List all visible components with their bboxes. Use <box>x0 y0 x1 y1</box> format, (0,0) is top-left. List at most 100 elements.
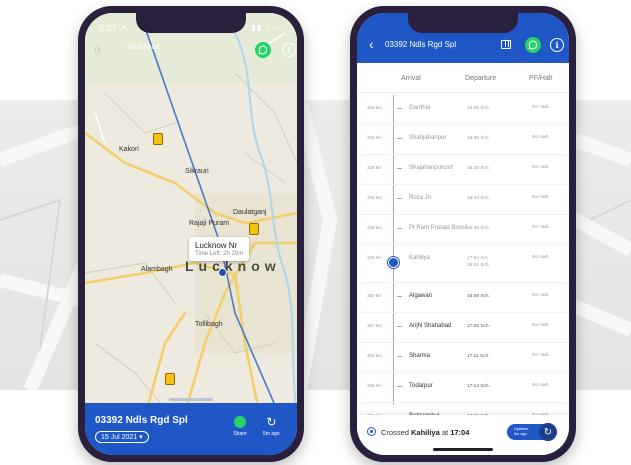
refresh-label: 5m ago <box>263 431 280 437</box>
stops-list[interactable]: 316 km Gardhia 16:28 Sch. No Halt 324 km… <box>357 95 569 433</box>
tooltip-time-left: Time Left: 2h 20m <box>195 251 244 257</box>
stop-platform: No Halt <box>532 353 548 358</box>
right-phone-frame: ‹ 03392 Ndls Rgd Spl i Arrival Departure… <box>350 6 576 462</box>
crossed-at: at <box>439 428 451 437</box>
refresh-button[interactable]: ↻ 5m ago <box>263 415 280 437</box>
timeline-tick <box>397 138 402 139</box>
stop-departure: 16:48 Sch. <box>467 226 490 231</box>
stop-row[interactable]: 363 km Sharma 17:11 Sch. No Halt <box>357 343 569 373</box>
info-icon[interactable]: i <box>550 38 564 52</box>
timeline-tick <box>397 108 402 109</box>
train-location-icon <box>218 268 227 277</box>
column-headers: Arrival Departure PF/Halt <box>357 63 569 93</box>
timeline-tick <box>397 356 402 357</box>
crossed-message: Crossed Kahiliya at 17:04 <box>381 428 469 437</box>
whatsapp-icon[interactable] <box>525 37 541 53</box>
stop-row[interactable]: 357 km Anjhi Shahabad 17:06 Sch. No Halt <box>357 313 569 343</box>
chevron-left-icon[interactable]: ‹ <box>95 41 100 59</box>
stop-station: Shahjahanpur <box>409 135 447 141</box>
stop-departure: 17:04 Act. 16:51 Sch. <box>467 255 490 269</box>
stop-departure: 16:43 Sch. <box>467 196 490 201</box>
stop-row[interactable]: 316 km Gardhia 16:28 Sch. No Halt <box>357 95 569 125</box>
stop-platform: No Halt <box>532 165 548 170</box>
share-label: Share <box>233 431 247 437</box>
stop-station: Kahiliya <box>409 255 431 261</box>
map-label-daulatganj: Daulatganj <box>233 209 267 216</box>
stop-row[interactable]: 324 km Shahjahanpur 16:36 Sch. No Halt <box>357 125 569 155</box>
stop-distance: 328 km <box>367 165 382 170</box>
stop-row[interactable]: 334 km Roza Jn 16:43 Sch. No Halt <box>357 185 569 215</box>
stop-station: Anjhi Shahabad <box>409 323 452 329</box>
refresh-icon: ↻ <box>266 415 277 429</box>
stop-distance: 366 km <box>367 383 382 388</box>
stop-distance: 334 km <box>367 195 382 200</box>
crossed-prefix: Crossed <box>381 428 412 437</box>
stop-platform: No Halt <box>532 323 548 328</box>
stop-row[interactable]: 366 km Todarpur 17:14 Sch. No Halt <box>357 373 569 403</box>
drag-handle[interactable] <box>169 398 213 401</box>
date-selector[interactable]: 15 Jul 2021 ▾ <box>95 431 149 443</box>
timeline-tick <box>397 198 402 199</box>
stop-departure: 17:06 Sch. <box>467 324 490 329</box>
tooltip-station: Lucknow Nr <box>195 241 238 250</box>
stop-station: Roza Jn <box>409 195 432 201</box>
stop-platform: No Halt <box>532 383 548 388</box>
stop-station: Shajahanpurcort <box>409 165 454 171</box>
stop-row[interactable]: 350 km Algawan 16:59 Sch. No Halt <box>357 283 569 313</box>
map-label-kakori: Kakori <box>119 146 139 153</box>
stop-departure: 16:59 Sch. <box>467 294 490 299</box>
stop-distance: 336 km <box>367 225 382 230</box>
stop-departure: 17:11 Sch. <box>467 354 490 359</box>
stop-distance: 324 km <box>367 135 382 140</box>
map-label-tollibagh: Tollibagh <box>195 321 223 328</box>
actual-time: 17:04 Act. <box>467 256 489 261</box>
whatsapp-icon <box>233 415 247 429</box>
stop-row[interactable]: 328 km Shajahanpurcort 16:38 Sch. No Hal… <box>357 155 569 185</box>
column-arrival: Arrival <box>401 75 421 82</box>
location-target-icon[interactable] <box>367 427 376 436</box>
station-marker-icon[interactable] <box>165 373 175 385</box>
train-name: 03392 Ndls Rgd Spl <box>95 415 188 426</box>
stop-row-current[interactable]: 342 km Kahiliya 17:04 Act. 16:51 Sch. No… <box>357 245 569 283</box>
stop-platform: No Halt <box>532 293 548 298</box>
map-icon[interactable] <box>501 40 511 49</box>
share-button[interactable]: Share <box>233 415 247 437</box>
column-platform: PF/Halt <box>529 75 553 82</box>
stop-distance: 363 km <box>367 353 382 358</box>
crossed-status-bar: Crossed Kahiliya at 17:04 Updated 5m ago… <box>357 415 569 455</box>
stop-station: Gardhia <box>409 105 431 111</box>
stop-departure: 16:28 Sch. <box>467 106 490 111</box>
updated-pill[interactable]: Updated 5m ago ↻ <box>507 423 557 441</box>
station-marker-icon[interactable] <box>249 223 259 235</box>
map-label-sikrauri: Sikrauri <box>185 168 209 175</box>
stop-platform: No Halt <box>532 135 548 140</box>
crossed-time: 17:04 <box>450 428 470 437</box>
stop-departure: 17:14 Sch. <box>467 384 490 389</box>
home-indicator <box>433 448 493 451</box>
timeline-tick <box>397 326 402 327</box>
stop-row[interactable]: 336 km Pt Ram Prasad Bismil 16:48 Sch. N… <box>357 215 569 245</box>
info-icon[interactable]: i <box>282 43 296 57</box>
refresh-icon[interactable]: ↻ <box>539 423 557 441</box>
whatsapp-icon[interactable] <box>255 42 271 58</box>
stop-platform: No Halt <box>532 105 548 110</box>
train-info-card[interactable]: 03392 Ndls Rgd Spl 15 Jul 2021 ▾ Share ↻… <box>85 398 297 455</box>
stop-platform: No Halt <box>532 225 548 230</box>
map-top-bar: ‹ i <box>93 41 296 59</box>
stop-station: Sharma <box>409 353 431 359</box>
timeline-tick <box>397 228 402 229</box>
stop-distance: 342 km <box>367 255 382 260</box>
train-position-icon <box>388 257 399 268</box>
schedule-screen: ‹ 03392 Ndls Rgd Spl i Arrival Departure… <box>357 13 569 455</box>
map-screen: 5:07 ↗ ▮▮ ◔ ▭ ‹ i Malihabad Kakori Sikra… <box>85 13 297 455</box>
chevron-left-icon[interactable]: ‹ <box>369 37 374 51</box>
left-phone-frame: 5:07 ↗ ▮▮ ◔ ▭ ‹ i Malihabad Kakori Sikra… <box>78 6 304 462</box>
stop-departure: 16:38 Sch. <box>467 166 490 171</box>
station-marker-icon[interactable] <box>153 133 163 145</box>
phone-notch <box>408 13 518 33</box>
column-departure: Departure <box>465 75 497 82</box>
stop-distance: 357 km <box>367 323 382 328</box>
station-tooltip[interactable]: Lucknow Nr Time Left: 2h 20m <box>189 237 250 261</box>
stop-station: Todarpur <box>409 383 433 389</box>
stop-station: Algawan <box>409 293 433 299</box>
